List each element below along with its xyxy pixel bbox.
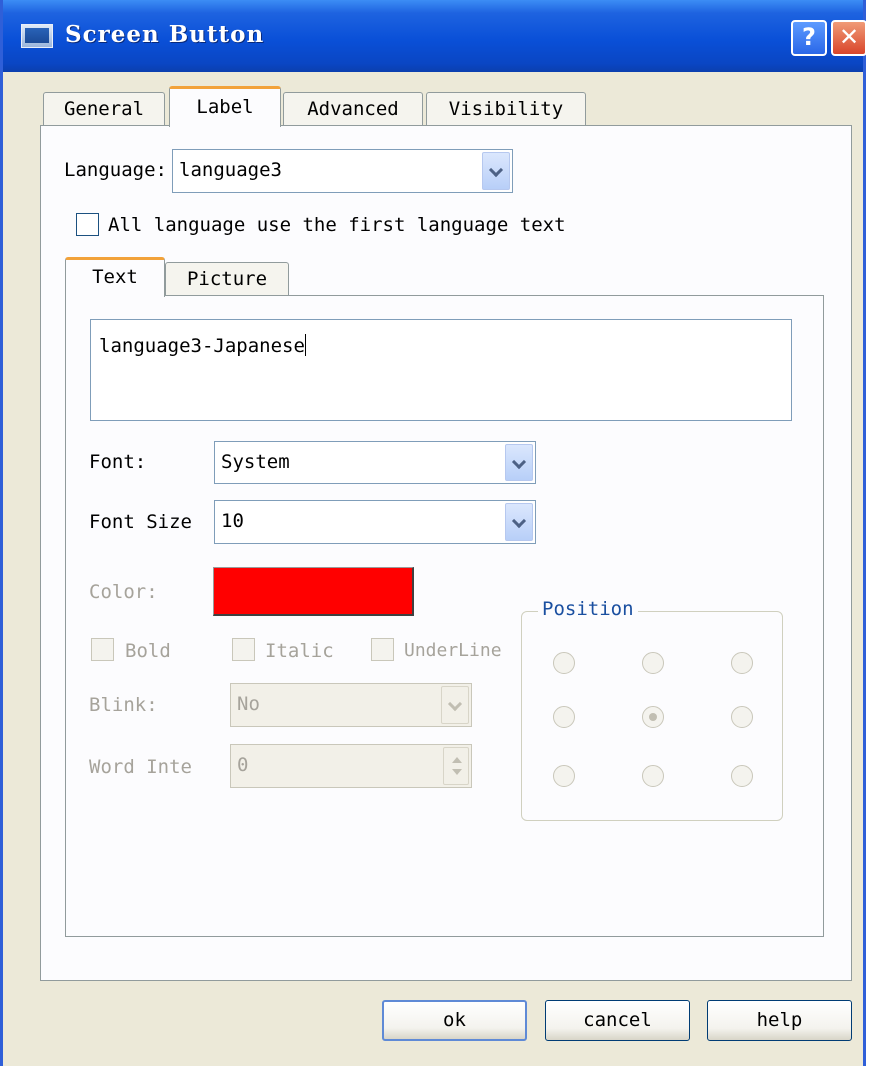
chevron-down-icon[interactable]	[505, 503, 533, 541]
underline-checkbox[interactable]	[371, 638, 394, 661]
tab-advanced-label: Advanced	[307, 98, 399, 120]
close-button[interactable]: ✕	[831, 20, 867, 56]
position-middle-left-radio[interactable]	[553, 706, 575, 728]
tab-label-label: Label	[196, 96, 254, 118]
subtab-picture-label: Picture	[186, 268, 268, 290]
help-title-button[interactable]: ?	[791, 20, 827, 56]
font-select-value: System	[221, 451, 290, 473]
tab-visibility-label: Visibility	[448, 98, 564, 120]
tab-visibility[interactable]: Visibility	[426, 92, 586, 127]
window-app-icon	[21, 24, 53, 48]
chevron-down-icon[interactable]	[505, 444, 533, 481]
chevron-down-icon[interactable]	[441, 686, 469, 724]
spinner-arrows-icon[interactable]	[443, 747, 469, 785]
text-caret	[304, 334, 306, 356]
subtab-picture[interactable]: Picture	[165, 262, 289, 297]
bold-checkbox-label: Bold	[125, 640, 171, 662]
font-size-select-value: 10	[221, 510, 244, 532]
font-size-select[interactable]: 10	[214, 500, 536, 544]
all-language-checkbox-label[interactable]: All language use the first language text	[108, 214, 566, 236]
blink-select-value: No	[237, 693, 260, 715]
subtab-text-label: Text	[92, 266, 138, 288]
position-groupbox: Position	[521, 598, 783, 821]
window-title: Screen Button	[65, 21, 265, 48]
italic-checkbox[interactable]	[232, 638, 255, 661]
underline-checkbox-label: UnderLine	[404, 640, 502, 661]
font-select[interactable]: System	[214, 441, 536, 484]
tab-advanced[interactable]: Advanced	[283, 92, 423, 127]
screen-button-dialog: Screen Button ? ✕ General Label Advanced…	[0, 0, 867, 1066]
tab-general[interactable]: General	[43, 92, 165, 127]
blink-label: Blink:	[89, 694, 158, 716]
position-top-center-radio[interactable]	[642, 652, 664, 674]
word-interval-label: Word Inte	[89, 756, 192, 778]
language-select-value: language3	[179, 159, 282, 181]
all-language-checkbox[interactable]	[76, 213, 99, 236]
language-label: Language:	[64, 159, 167, 181]
bold-checkbox[interactable]	[91, 638, 114, 661]
position-top-left-radio[interactable]	[553, 652, 575, 674]
position-bottom-right-radio[interactable]	[731, 765, 753, 787]
position-middle-right-radio[interactable]	[731, 706, 753, 728]
font-label: Font:	[89, 451, 147, 473]
subtab-text[interactable]: Text	[65, 257, 165, 297]
blink-select[interactable]: No	[230, 683, 472, 727]
position-middle-center-radio[interactable]	[642, 706, 664, 728]
position-group-title: Position	[538, 598, 638, 620]
help-button[interactable]: help	[707, 1000, 852, 1041]
title-bar[interactable]: Screen Button ? ✕	[3, 0, 867, 72]
label-tab-panel: Language: language3 All language use the…	[40, 125, 852, 981]
cancel-button[interactable]: cancel	[545, 1000, 690, 1041]
position-bottom-left-radio[interactable]	[553, 765, 575, 787]
font-size-label: Font Size	[89, 511, 192, 533]
position-bottom-center-radio[interactable]	[642, 765, 664, 787]
ok-button[interactable]: ok	[382, 1000, 527, 1041]
color-label: Color:	[89, 581, 158, 603]
position-top-right-radio[interactable]	[731, 652, 753, 674]
language-select[interactable]: language3	[172, 149, 513, 193]
chevron-down-icon[interactable]	[482, 152, 510, 190]
label-text-input[interactable]: language3-Japanese	[90, 319, 792, 421]
word-interval-value: 0	[237, 754, 249, 776]
tab-label[interactable]: Label	[169, 86, 281, 127]
label-text-value: language3-Japanese	[99, 335, 305, 357]
text-subtab-panel: language3-Japanese Font: System Font Siz…	[65, 295, 824, 937]
tab-general-label: General	[63, 98, 145, 120]
word-interval-spinbox[interactable]: 0	[230, 744, 472, 788]
italic-checkbox-label: Italic	[265, 640, 334, 662]
color-swatch[interactable]	[213, 567, 414, 616]
